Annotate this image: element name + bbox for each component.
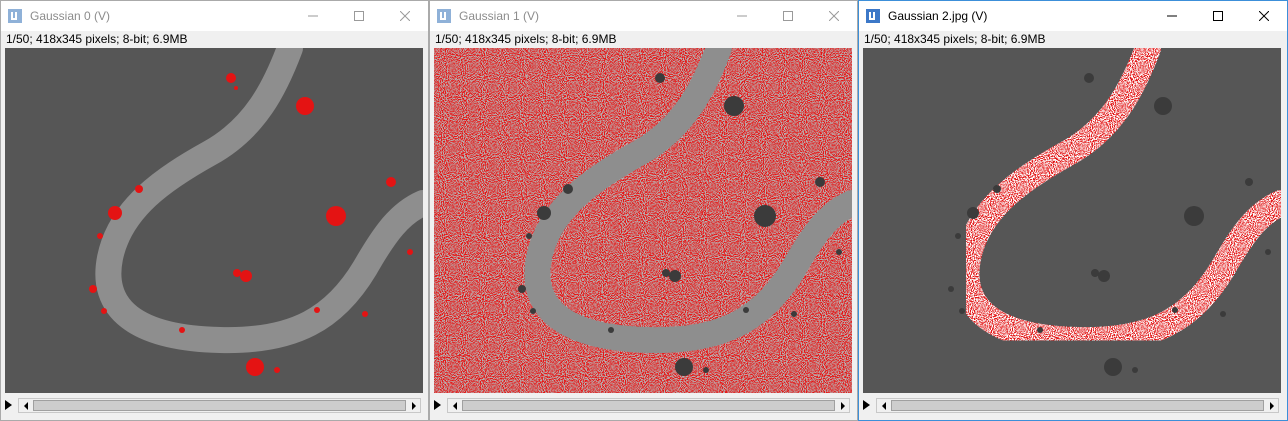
scroll-right-icon [411,401,416,410]
image-info: 1/50; 418x345 pixels; 8-bit; 6.9MB [435,32,617,46]
stack-scrollbar[interactable] [876,398,1279,413]
imagej-icon [8,9,22,23]
close-icon [400,11,410,21]
close-button[interactable] [382,1,428,31]
scroll-right-icon [1269,401,1274,410]
stack-slider-bar [859,395,1287,415]
close-button[interactable] [811,1,857,31]
close-button[interactable] [1241,1,1287,31]
window-title: Gaussian 0 (V) [30,9,111,23]
image-info: 1/50; 418x345 pixels; 8-bit; 6.9MB [6,32,188,46]
image-canvas[interactable] [863,48,1281,393]
maximize-icon [354,11,364,21]
window-title: Gaussian 2.jpg (V) [888,9,988,23]
stack-slider-bar [430,395,857,415]
imagej-icon [437,9,451,23]
play-icon[interactable] [434,400,441,410]
maximize-button[interactable] [765,1,811,31]
scroll-left-icon [23,401,28,410]
scroll-thumb[interactable] [891,400,1264,411]
scroll-right-button[interactable] [1265,399,1278,412]
scroll-left-icon [452,401,457,410]
stack-scrollbar[interactable] [18,398,421,413]
scroll-left-button[interactable] [877,399,890,412]
minimize-button[interactable] [719,1,765,31]
image-window-gaussian-0[interactable]: Gaussian 0 (V) 1/50; 418x345 pixels; 8-b… [0,0,429,421]
close-icon [829,11,839,21]
stack-slider-bar [1,395,428,415]
minimize-button[interactable] [290,1,336,31]
maximize-icon [1213,11,1223,21]
image-canvas[interactable] [434,48,852,393]
window-title: Gaussian 1 (V) [459,9,540,23]
close-icon [1259,11,1269,21]
title-bar[interactable]: Gaussian 0 (V) [1,1,428,31]
scroll-thumb[interactable] [33,400,406,411]
scroll-thumb[interactable] [462,400,835,411]
maximize-button[interactable] [1195,1,1241,31]
title-bar[interactable]: Gaussian 2.jpg (V) [859,1,1287,31]
scroll-right-icon [840,401,845,410]
title-bar[interactable]: Gaussian 1 (V) [430,1,857,31]
scroll-right-button[interactable] [836,399,849,412]
minimize-icon [737,15,747,17]
play-icon[interactable] [863,400,870,410]
scroll-left-button[interactable] [19,399,32,412]
scroll-left-icon [881,401,886,410]
image-window-gaussian-2[interactable]: Gaussian 2.jpg (V) 1/50; 418x345 pixels;… [858,0,1288,421]
scroll-left-button[interactable] [448,399,461,412]
minimize-icon [308,15,318,17]
imagej-icon [866,9,880,23]
image-canvas[interactable] [5,48,423,393]
scroll-right-button[interactable] [407,399,420,412]
stack-scrollbar[interactable] [447,398,850,413]
maximize-button[interactable] [336,1,382,31]
minimize-button[interactable] [1149,1,1195,31]
play-icon[interactable] [5,400,12,410]
image-info: 1/50; 418x345 pixels; 8-bit; 6.9MB [864,32,1046,46]
image-window-gaussian-1[interactable]: Gaussian 1 (V) 1/50; 418x345 pixels; 8-b… [429,0,858,421]
maximize-icon [783,11,793,21]
minimize-icon [1167,15,1177,17]
